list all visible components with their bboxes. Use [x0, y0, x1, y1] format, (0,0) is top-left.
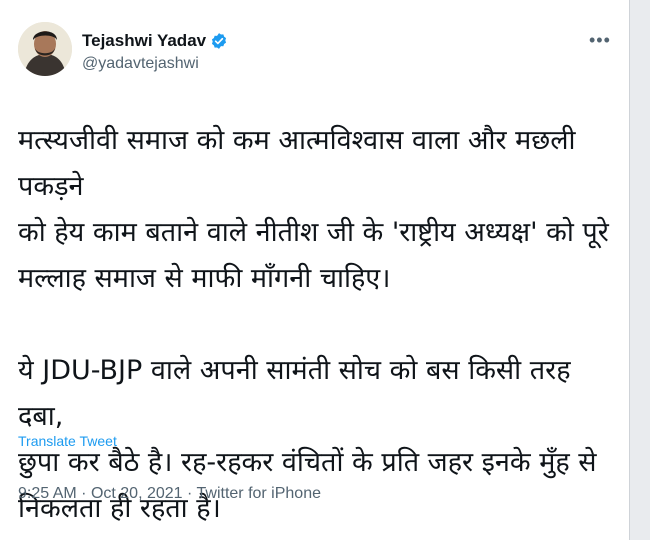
tweet-date[interactable]: Oct 20, 2021: [91, 485, 183, 502]
tweet-card: Tejashwi Yadav @yadavtejashwi ••• मत्स्य…: [0, 0, 629, 540]
avatar-image: [18, 22, 72, 76]
tweet-text: मत्स्यजीवी समाज को कम आत्मविश्वास वाला औ…: [18, 118, 618, 532]
page-background-edge: [630, 0, 650, 540]
verified-badge-icon: [212, 33, 227, 49]
meta-separator: ·: [81, 485, 87, 502]
tweet-source[interactable]: Twitter for iPhone: [197, 485, 322, 502]
avatar[interactable]: [18, 22, 72, 76]
author-name[interactable]: Tejashwi Yadav: [82, 31, 228, 51]
author-name-text: Tejashwi Yadav: [82, 31, 207, 50]
more-options-icon[interactable]: •••: [589, 30, 611, 51]
translate-tweet-link[interactable]: Translate Tweet: [18, 433, 117, 449]
tweet-paragraph-1: मत्स्यजीवी समाज को कम आत्मविश्वास वाला औ…: [18, 125, 609, 294]
author-handle[interactable]: @yadavtejashwi: [82, 55, 199, 73]
meta-separator: ·: [187, 485, 193, 502]
screenshot-frame: Tejashwi Yadav @yadavtejashwi ••• मत्स्य…: [0, 0, 650, 540]
tweet-time[interactable]: 9:25 AM: [18, 485, 77, 502]
tweet-metadata: 9:25 AM · Oct 20, 2021 · Twitter for iPh…: [18, 485, 321, 503]
